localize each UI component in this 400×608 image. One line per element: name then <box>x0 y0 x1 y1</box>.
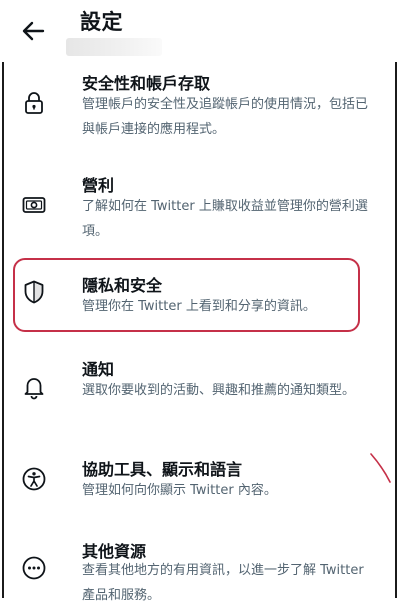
pen-stroke-annotation <box>370 453 391 483</box>
accessibility-icon <box>21 466 47 492</box>
settings-item-description: 了解如何在 Twitter 上賺取收益並管理你的營利選項。 <box>82 199 368 239</box>
settings-header: 設定 <box>0 0 400 62</box>
settings-item-description: 管理帳戶的安全性及追蹤帳戶的使用情況，包括已與帳戶連接的應用程式。 <box>82 97 369 137</box>
more-icon <box>21 555 47 581</box>
back-button[interactable] <box>18 16 48 46</box>
arrow-left-icon <box>22 21 45 41</box>
bell-icon <box>21 374 47 400</box>
settings-item-monetization[interactable]: 營利 了解如何在 Twitter 上賺取收益並管理你的營利選項。 <box>0 164 400 250</box>
settings-item-title: 協助工具、顯示和語言 <box>82 460 243 479</box>
settings-item-description: 管理你在 Twitter 上看到和分享的資訊。 <box>82 299 316 314</box>
money-icon <box>21 192 47 218</box>
settings-item-privacy[interactable]: 隱私和安全 管理你在 Twitter 上看到和分享的資訊。 <box>0 266 400 328</box>
settings-item-description: 查看其他地方的有用資訊，以進一步了解 Twitter 產品和服務。 <box>82 563 364 603</box>
settings-item-description: 選取你要收到的活動、興趣和推薦的通知類型。 <box>82 383 356 398</box>
settings-item-security[interactable]: 安全性和帳戶存取 管理帳戶的安全性及追蹤帳戶的使用情況，包括已與帳戶連接的應用程… <box>0 62 400 148</box>
settings-item-accessibility[interactable]: 協助工具、顯示和語言 管理如何向你顯示 Twitter 內容。 <box>0 450 400 512</box>
settings-item-title: 通知 <box>82 360 115 379</box>
lock-icon <box>21 90 47 116</box>
blurred-username <box>66 38 162 56</box>
page-title: 設定 <box>80 10 123 34</box>
settings-item-title: 營利 <box>82 176 115 195</box>
settings-item-title: 安全性和帳戶存取 <box>82 74 211 93</box>
settings-item-notifications[interactable]: 通知 選取你要收到的活動、興趣和推薦的通知類型。 <box>0 348 400 434</box>
settings-item-description: 管理如何向你顯示 Twitter 內容。 <box>82 483 277 498</box>
shield-icon <box>21 279 47 305</box>
settings-item-title: 隱私和安全 <box>82 276 163 295</box>
settings-item-additional-resources[interactable]: 其他資源 查看其他地方的有用資訊，以進一步了解 Twitter 產品和服務。 <box>0 532 400 603</box>
